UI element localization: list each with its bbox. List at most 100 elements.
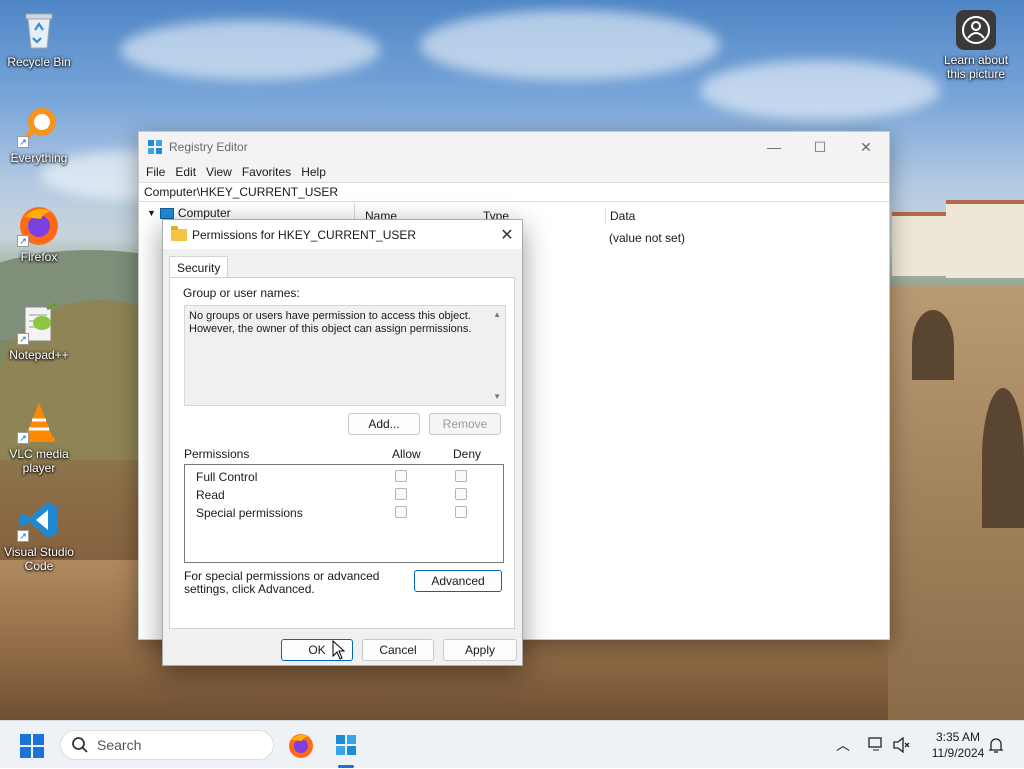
shortcut-arrow-icon: ↗ [17,432,29,444]
permissions-list: Full Control Read Special permissions [184,464,504,563]
firefox-icon: ↗ [17,203,61,247]
taskbar-registry-editor[interactable] [332,731,360,759]
desktop-icon-firefox[interactable]: ↗ Firefox [1,203,77,264]
notifications-button[interactable] [988,721,1004,769]
windows-logo-icon [20,747,31,758]
menu-file[interactable]: File [141,165,170,179]
taskbar-search[interactable]: Search [60,730,274,760]
search-placeholder: Search [97,737,142,753]
allow-column-label: Allow [392,447,421,461]
folder-icon [171,225,187,241]
scroll-down-icon[interactable]: ▼ [493,392,501,401]
desktop-icon-learn-about-picture[interactable]: Learn about this picture [936,10,1016,81]
permissions-dialog: Permissions for HKEY_CURRENT_USER ✕ Secu… [162,219,523,666]
notepadpp-icon: ↗ [17,301,61,345]
volume-button[interactable] [893,721,911,769]
allow-special-checkbox[interactable] [395,506,407,518]
deny-special-checkbox[interactable] [455,506,467,518]
add-button[interactable]: Add... [348,413,420,435]
regedit-titlebar[interactable]: Registry Editor — ☐ ✕ [139,132,889,162]
group-names-label: Group or user names: [183,286,300,300]
address-bar[interactable]: Computer\HKEY_CURRENT_USER [139,182,889,202]
shortcut-arrow-icon: ↗ [17,333,29,345]
network-disconnected-icon [868,737,882,751]
computer-icon [159,207,174,219]
close-button[interactable]: ✕ [843,132,889,162]
desktop-icon-notepadpp[interactable]: ↗ Notepad++ [1,301,77,362]
group-names-list[interactable]: No groups or users have permission to ac… [184,305,506,406]
close-icon: ✕ [860,138,872,155]
advanced-button[interactable]: Advanced [414,570,502,592]
vlc-icon: ↗ [17,400,61,444]
advanced-hint-text: For special permissions or advanced sett… [184,569,380,596]
apply-button[interactable]: Apply [443,639,517,661]
desktop-icon-recycle-bin[interactable]: Recycle Bin [1,8,77,69]
windows-logo-icon [33,734,44,745]
everything-search-icon: ↗ [17,104,61,148]
shortcut-arrow-icon: ↗ [17,235,29,247]
chevron-up-icon: ︿ [836,737,850,753]
desktop-icon-vlc[interactable]: ↗ VLC media player [1,400,77,475]
show-hidden-icons-button[interactable]: ︿ [836,721,850,769]
regedit-menubar: File Edit View Favorites Help [139,162,889,182]
menu-help[interactable]: Help [296,165,331,179]
tab-security[interactable]: Security [169,256,229,278]
deny-read-checkbox[interactable] [455,488,467,500]
network-status-button[interactable] [868,721,886,769]
remove-button[interactable]: Remove [429,413,501,435]
regedit-title: Registry Editor [169,140,248,154]
permission-row-special: Special permissions [196,506,303,520]
group-names-message: No groups or users have permission to ac… [189,310,472,335]
maximize-button[interactable]: ☐ [797,132,843,162]
permissions-label: Permissions [184,447,250,461]
start-button[interactable] [20,734,44,758]
allow-read-checkbox[interactable] [395,488,407,500]
taskbar: Search ︿ 3:35 AM 11/9/2024 [0,720,1024,768]
clock-time: 3:35 AM [935,730,981,744]
desktop-icon-label: Visual Studio Code [4,545,74,573]
bell-icon [988,738,1004,753]
vscode-icon: ↗ [17,498,61,542]
deny-column-label: Deny [453,447,482,461]
desktop-icon-label: Learn about this picture [943,53,1009,81]
menu-edit[interactable]: Edit [170,165,201,179]
desktop-icon-everything[interactable]: ↗ Everything [1,104,77,165]
tree-node-computer[interactable]: ▼ Computer [147,206,354,220]
maximize-icon: ☐ [813,138,827,155]
desktop-icon-label: Firefox [20,250,58,264]
allow-full-control-checkbox[interactable] [395,470,407,482]
chevron-down-icon[interactable]: ▼ [147,208,156,218]
shortcut-arrow-icon: ↗ [17,530,29,542]
taskbar-clock[interactable]: 3:35 AM 11/9/2024 [918,729,998,761]
shortcut-arrow-icon: ↗ [17,136,29,148]
desktop-icon-label: Recycle Bin [7,55,71,69]
regedit-app-icon [336,735,356,755]
regedit-app-icon [148,140,162,154]
tree-node-label: Computer [177,206,231,220]
menu-favorites[interactable]: Favorites [237,165,296,179]
firefox-icon [289,734,313,758]
desktop-icon-label: VLC media player [9,447,69,475]
dialog-titlebar[interactable]: Permissions for HKEY_CURRENT_USER ✕ [163,220,522,249]
recycle-bin-icon [17,8,61,52]
desktop-icon-vscode[interactable]: ↗ Visual Studio Code [1,498,77,573]
menu-view[interactable]: View [201,165,237,179]
windows-logo-icon [20,734,31,745]
permission-row-full-control: Full Control [196,470,258,484]
scroll-up-icon[interactable]: ▲ [493,310,501,319]
speaker-muted-icon [893,737,910,753]
column-header-data[interactable]: Data [605,209,635,223]
taskbar-firefox[interactable] [287,731,315,759]
desktop-icon-label: Everything [10,151,68,165]
cancel-button[interactable]: Cancel [362,639,434,661]
value-row-data[interactable]: (value not set) [609,231,685,245]
minimize-icon: — [767,139,781,155]
mouse-cursor-icon [332,640,346,660]
camera-info-icon [956,10,996,50]
minimize-button[interactable]: — [751,132,797,162]
deny-full-control-checkbox[interactable] [455,470,467,482]
dialog-close-icon[interactable]: ✕ [492,225,522,245]
clock-date: 11/9/2024 [931,746,985,760]
permission-row-read: Read [196,488,225,502]
windows-logo-icon [33,747,44,758]
